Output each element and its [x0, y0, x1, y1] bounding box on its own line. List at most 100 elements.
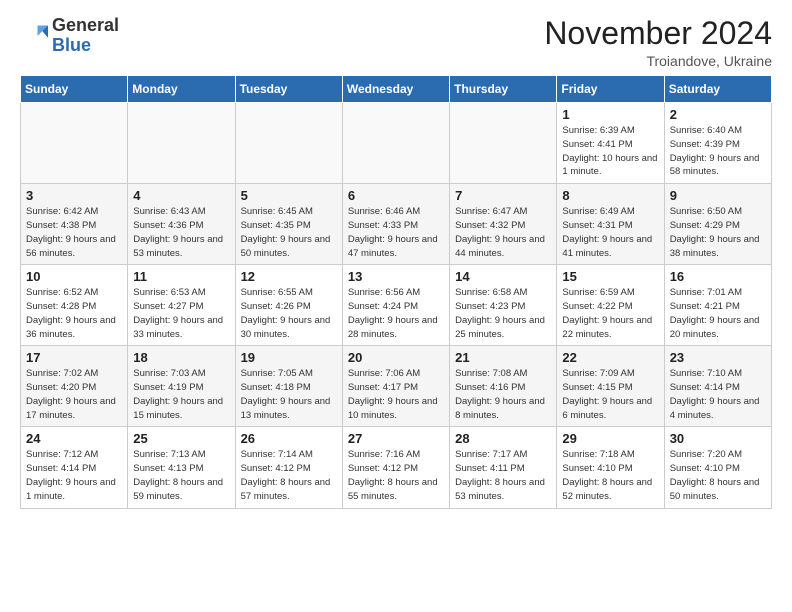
table-row: 1 Sunrise: 6:39 AM Sunset: 4:41 PM Daylig… — [557, 103, 664, 184]
col-friday: Friday — [557, 76, 664, 103]
table-row: 19Sunrise: 7:05 AM Sunset: 4:18 PM Dayli… — [235, 346, 342, 427]
day-number: 23 — [670, 350, 766, 365]
location-text: Troiandove, Ukraine — [544, 53, 772, 69]
week-row-4: 24 Sunrise: 7:12 AM Sunset: 4:14 PM Dayli… — [21, 427, 772, 508]
page: General Blue November 2024 Troiandove, U… — [0, 0, 792, 519]
table-row: 18 Sunrise: 7:03 AM Sunset: 4:19 PM Dayli… — [128, 346, 235, 427]
day-info: Sunrise: 7:12 AM Sunset: 4:14 PM Dayligh… — [26, 448, 122, 503]
day-info: Sunrise: 6:43 AM Sunset: 4:36 PM Dayligh… — [133, 205, 229, 260]
day-info: Sunrise: 7:13 AM Sunset: 4:13 PM Dayligh… — [133, 448, 229, 503]
day-info: Sunrise: 7:14 AM Sunset: 4:12 PM Dayligh… — [241, 448, 337, 503]
table-row — [128, 103, 235, 184]
col-monday: Monday — [128, 76, 235, 103]
day-number: 9 — [670, 188, 766, 203]
table-row: 11 Sunrise: 6:53 AM Sunset: 4:27 PM Dayli… — [128, 265, 235, 346]
day-info: Sunrise: 6:49 AM Sunset: 4:31 PM Dayligh… — [562, 205, 658, 260]
day-info: Sunrise: 6:40 AM Sunset: 4:39 PM Dayligh… — [670, 124, 766, 179]
day-info: Sunrise: 7:10 AM Sunset: 4:14 PM Dayligh… — [670, 367, 766, 422]
day-number: 25 — [133, 431, 229, 446]
logo: General Blue — [20, 16, 119, 56]
table-row: 7Sunrise: 6:47 AM Sunset: 4:32 PM Daylig… — [450, 184, 557, 265]
table-row — [235, 103, 342, 184]
table-row: 2 Sunrise: 6:40 AM Sunset: 4:39 PM Daylig… — [664, 103, 771, 184]
day-number: 14 — [455, 269, 551, 284]
day-info: Sunrise: 6:53 AM Sunset: 4:27 PM Dayligh… — [133, 286, 229, 341]
table-row: 27 Sunrise: 7:16 AM Sunset: 4:12 PM Dayli… — [342, 427, 449, 508]
day-number: 16 — [670, 269, 766, 284]
day-info: Sunrise: 6:42 AM Sunset: 4:38 PM Dayligh… — [26, 205, 122, 260]
day-number: 28 — [455, 431, 551, 446]
day-number: 27 — [348, 431, 444, 446]
table-row: 4 Sunrise: 6:43 AM Sunset: 4:36 PM Daylig… — [128, 184, 235, 265]
day-number: 20 — [348, 350, 444, 365]
table-row: 16 Sunrise: 7:01 AM Sunset: 4:21 PM Dayli… — [664, 265, 771, 346]
table-row: 24 Sunrise: 7:12 AM Sunset: 4:14 PM Dayli… — [21, 427, 128, 508]
week-row-3: 17 Sunrise: 7:02 AM Sunset: 4:20 PM Dayli… — [21, 346, 772, 427]
table-row: 21Sunrise: 7:08 AM Sunset: 4:16 PM Dayli… — [450, 346, 557, 427]
logo-icon — [20, 22, 48, 50]
table-row: 13Sunrise: 6:56 AM Sunset: 4:24 PM Dayli… — [342, 265, 449, 346]
week-row-2: 10Sunrise: 6:52 AM Sunset: 4:28 PM Dayli… — [21, 265, 772, 346]
day-number: 19 — [241, 350, 337, 365]
col-sunday: Sunday — [21, 76, 128, 103]
day-info: Sunrise: 7:16 AM Sunset: 4:12 PM Dayligh… — [348, 448, 444, 503]
day-number: 17 — [26, 350, 122, 365]
table-row: 23 Sunrise: 7:10 AM Sunset: 4:14 PM Dayli… — [664, 346, 771, 427]
day-info: Sunrise: 6:58 AM Sunset: 4:23 PM Dayligh… — [455, 286, 551, 341]
day-info: Sunrise: 6:39 AM Sunset: 4:41 PM Dayligh… — [562, 124, 658, 179]
calendar-header-row: Sunday Monday Tuesday Wednesday Thursday… — [21, 76, 772, 103]
day-number: 29 — [562, 431, 658, 446]
table-row — [21, 103, 128, 184]
table-row: 30Sunrise: 7:20 AM Sunset: 4:10 PM Dayli… — [664, 427, 771, 508]
week-row-0: 1 Sunrise: 6:39 AM Sunset: 4:41 PM Daylig… — [21, 103, 772, 184]
col-saturday: Saturday — [664, 76, 771, 103]
day-number: 24 — [26, 431, 122, 446]
day-info: Sunrise: 7:18 AM Sunset: 4:10 PM Dayligh… — [562, 448, 658, 503]
day-number: 1 — [562, 107, 658, 122]
day-number: 7 — [455, 188, 551, 203]
day-info: Sunrise: 6:46 AM Sunset: 4:33 PM Dayligh… — [348, 205, 444, 260]
table-row: 9 Sunrise: 6:50 AM Sunset: 4:29 PM Daylig… — [664, 184, 771, 265]
table-row — [342, 103, 449, 184]
table-row: 22 Sunrise: 7:09 AM Sunset: 4:15 PM Dayli… — [557, 346, 664, 427]
day-info: Sunrise: 6:56 AM Sunset: 4:24 PM Dayligh… — [348, 286, 444, 341]
day-number: 22 — [562, 350, 658, 365]
day-number: 11 — [133, 269, 229, 284]
day-info: Sunrise: 7:02 AM Sunset: 4:20 PM Dayligh… — [26, 367, 122, 422]
day-number: 2 — [670, 107, 766, 122]
table-row: 5Sunrise: 6:45 AM Sunset: 4:35 PM Daylig… — [235, 184, 342, 265]
title-block: November 2024 Troiandove, Ukraine — [544, 16, 772, 69]
day-number: 10 — [26, 269, 122, 284]
header: General Blue November 2024 Troiandove, U… — [20, 16, 772, 69]
calendar: Sunday Monday Tuesday Wednesday Thursday… — [20, 75, 772, 508]
table-row: 3 Sunrise: 6:42 AM Sunset: 4:38 PM Daylig… — [21, 184, 128, 265]
day-number: 12 — [241, 269, 337, 284]
day-number: 30 — [670, 431, 766, 446]
day-number: 3 — [26, 188, 122, 203]
logo-blue-text: Blue — [52, 35, 91, 55]
table-row: 14 Sunrise: 6:58 AM Sunset: 4:23 PM Dayli… — [450, 265, 557, 346]
day-number: 4 — [133, 188, 229, 203]
col-thursday: Thursday — [450, 76, 557, 103]
day-number: 18 — [133, 350, 229, 365]
table-row — [450, 103, 557, 184]
logo-general-text: General — [52, 15, 119, 35]
day-number: 8 — [562, 188, 658, 203]
table-row: 15 Sunrise: 6:59 AM Sunset: 4:22 PM Dayli… — [557, 265, 664, 346]
table-row: 20Sunrise: 7:06 AM Sunset: 4:17 PM Dayli… — [342, 346, 449, 427]
day-info: Sunrise: 6:59 AM Sunset: 4:22 PM Dayligh… — [562, 286, 658, 341]
day-info: Sunrise: 6:55 AM Sunset: 4:26 PM Dayligh… — [241, 286, 337, 341]
day-info: Sunrise: 7:17 AM Sunset: 4:11 PM Dayligh… — [455, 448, 551, 503]
day-info: Sunrise: 6:50 AM Sunset: 4:29 PM Dayligh… — [670, 205, 766, 260]
table-row: 29 Sunrise: 7:18 AM Sunset: 4:10 PM Dayli… — [557, 427, 664, 508]
table-row: 6Sunrise: 6:46 AM Sunset: 4:33 PM Daylig… — [342, 184, 449, 265]
table-row: 26 Sunrise: 7:14 AM Sunset: 4:12 PM Dayli… — [235, 427, 342, 508]
day-info: Sunrise: 7:03 AM Sunset: 4:19 PM Dayligh… — [133, 367, 229, 422]
day-number: 26 — [241, 431, 337, 446]
day-info: Sunrise: 7:09 AM Sunset: 4:15 PM Dayligh… — [562, 367, 658, 422]
table-row: 8 Sunrise: 6:49 AM Sunset: 4:31 PM Daylig… — [557, 184, 664, 265]
day-info: Sunrise: 6:45 AM Sunset: 4:35 PM Dayligh… — [241, 205, 337, 260]
day-info: Sunrise: 7:01 AM Sunset: 4:21 PM Dayligh… — [670, 286, 766, 341]
col-tuesday: Tuesday — [235, 76, 342, 103]
day-number: 15 — [562, 269, 658, 284]
